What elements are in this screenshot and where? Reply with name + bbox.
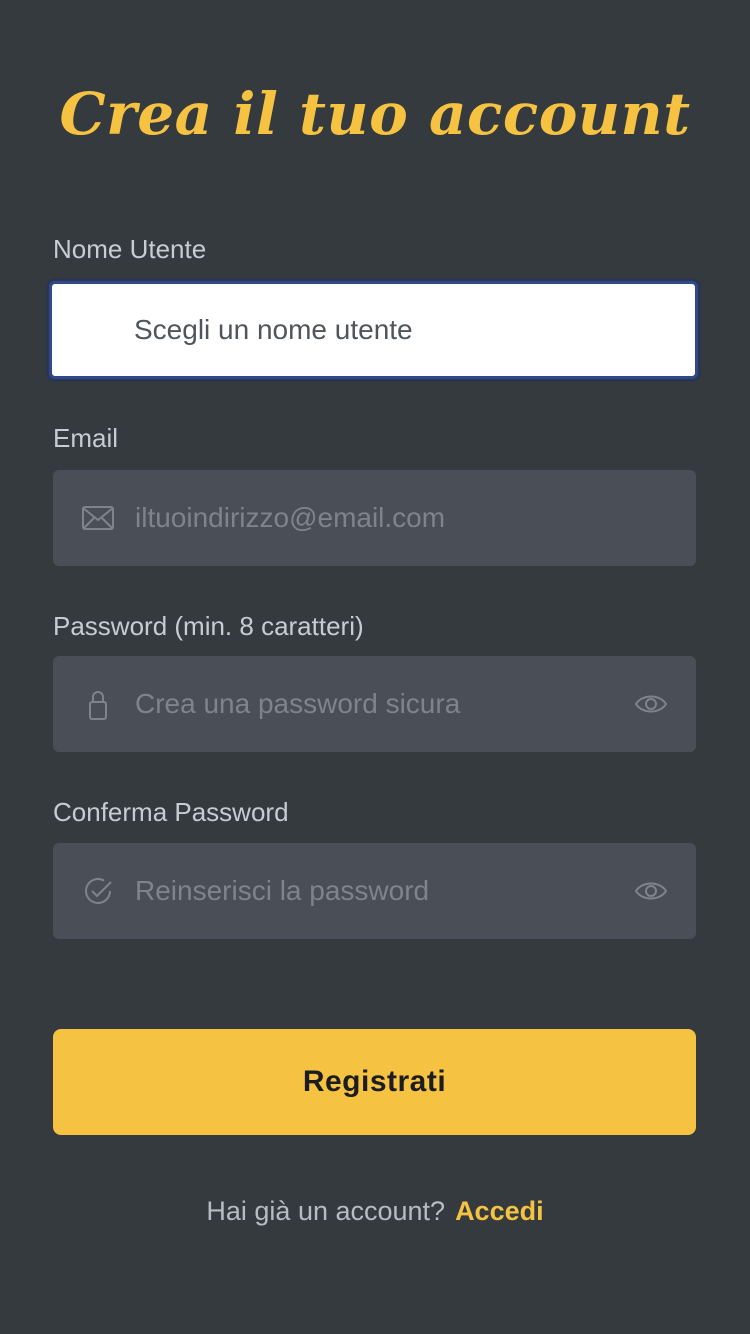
password-field[interactable] [53,656,696,752]
login-prompt-text: Hai già un account? [206,1196,446,1226]
register-button[interactable]: Registrati [53,1029,696,1135]
username-field[interactable] [49,281,698,379]
email-input[interactable] [135,470,615,566]
check-circle-icon [81,874,115,908]
lock-icon [81,687,115,721]
login-prompt: Hai già un account? Accedi [0,1196,750,1227]
email-label: Email [53,423,119,453]
confirm-password-label: Conferma Password [53,797,289,827]
envelope-icon [81,501,115,535]
login-link[interactable]: Accedi [455,1196,544,1226]
username-label: Nome Utente [53,234,207,264]
password-input[interactable] [135,656,615,752]
email-field[interactable] [53,470,696,566]
eye-icon[interactable] [634,687,668,721]
username-input[interactable] [134,284,614,376]
eye-icon[interactable] [634,874,668,908]
confirm-password-field[interactable] [53,843,696,939]
page-title: Crea il tuo account [59,80,691,148]
password-label: Password (min. 8 caratteri) [53,611,364,641]
confirm-password-input[interactable] [135,843,615,939]
